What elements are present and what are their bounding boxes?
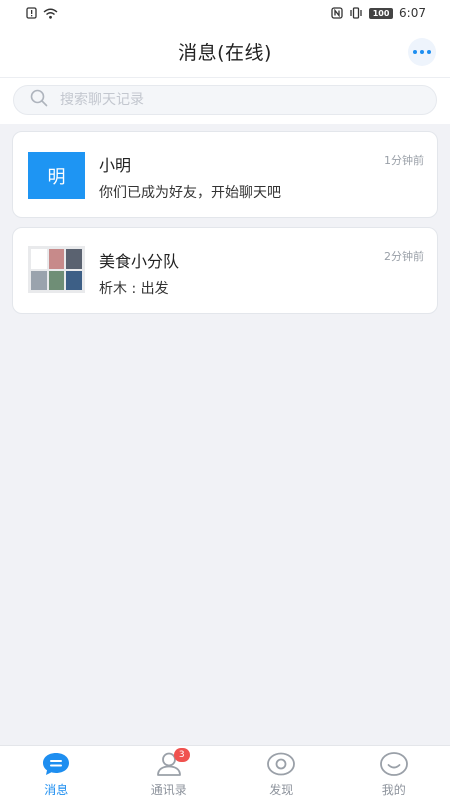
group-avatar (28, 246, 85, 293)
group-avatar-tile (31, 249, 47, 269)
tab-label: 消息 (44, 783, 69, 797)
header: 消息(在线) (0, 26, 450, 78)
profile-icon (379, 750, 409, 778)
group-avatar-tile (66, 270, 82, 290)
status-time: 6:07 (399, 6, 426, 20)
chat-time: 2分钟前 (384, 250, 424, 263)
status-right: 100 6:07 (331, 6, 426, 20)
chat-preview: 析木 : 出发 (99, 281, 169, 297)
search-bar (0, 78, 450, 124)
chat-icon (41, 750, 71, 778)
search-input[interactable] (60, 92, 400, 108)
group-avatar-tile (48, 249, 65, 269)
group-avatar-tile (48, 270, 65, 290)
vibrate-icon (349, 7, 363, 19)
chat-item[interactable]: 明 小明 你们已成为好友，开始聊天吧 1分钟前 (12, 131, 438, 218)
tab-label: 我的 (381, 783, 406, 797)
eye-icon (266, 750, 296, 778)
chat-name: 小明 (99, 156, 132, 175)
chat-preview: 你们已成为好友，开始聊天吧 (99, 185, 281, 201)
chat-item[interactable]: 美食小分队 析木 : 出发 2分钟前 (12, 227, 438, 314)
tab-label: 发现 (269, 783, 294, 797)
more-dot (420, 50, 424, 54)
chat-name: 美食小分队 (99, 252, 180, 271)
tab-label: 通讯录 (150, 783, 187, 797)
contacts-icon: 3 (154, 748, 190, 778)
group-avatar-tile (31, 270, 47, 290)
tab-contacts[interactable]: 3 通讯录 (113, 746, 226, 800)
chat-list: 明 小明 你们已成为好友，开始聊天吧 1分钟前 美食小分队 析木 : 出发 2分… (12, 131, 438, 323)
more-dot (427, 50, 431, 54)
more-button[interactable] (408, 38, 436, 66)
chat-time: 1分钟前 (384, 154, 424, 167)
search-icon (30, 89, 48, 111)
battery-icon: 100 (369, 7, 394, 19)
wifi-icon (43, 8, 58, 19)
tab-bar: 消息 3 通讯录 发现 我的 (0, 745, 450, 800)
tab-messages[interactable]: 消息 (0, 746, 113, 800)
tab-discover[interactable]: 发现 (225, 746, 338, 800)
status-bar: 100 6:07 (0, 0, 450, 26)
page-title: 消息(在线) (178, 42, 272, 64)
sim-icon (26, 7, 37, 19)
tab-profile[interactable]: 我的 (338, 746, 450, 800)
nfc-icon (331, 7, 343, 19)
search-box[interactable] (13, 85, 437, 115)
contacts-badge: 3 (173, 748, 190, 762)
avatar: 明 (28, 152, 85, 199)
group-avatar-tile (66, 249, 82, 269)
more-dot (413, 50, 417, 54)
status-left (26, 7, 58, 19)
